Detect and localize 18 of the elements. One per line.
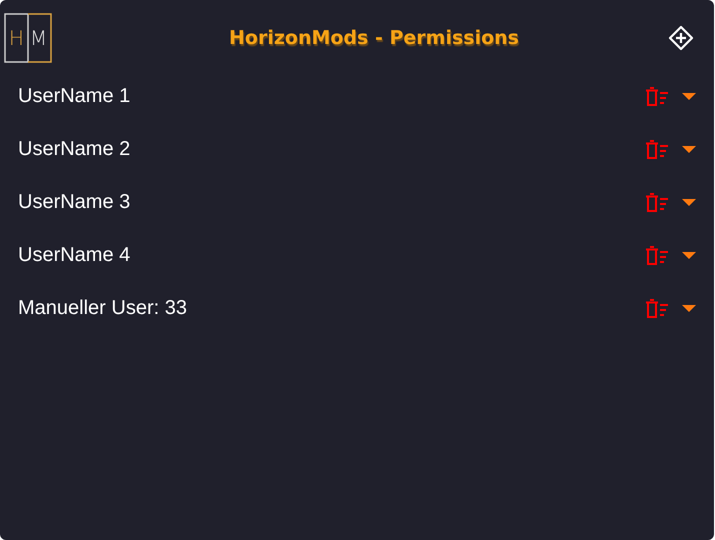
delete-list-icon[interactable] bbox=[644, 298, 670, 318]
user-name: UserName 2 bbox=[18, 138, 132, 161]
caret-icon[interactable] bbox=[682, 252, 696, 260]
logo: H M bbox=[4, 9, 52, 67]
caret-icon[interactable] bbox=[682, 92, 696, 100]
delete-list-icon[interactable] bbox=[644, 140, 670, 160]
user-name: UserName 3 bbox=[18, 191, 132, 214]
user-name: Manueller User: 33 bbox=[18, 297, 188, 320]
user-name: UserName 4 bbox=[18, 244, 132, 267]
delete-list-icon[interactable] bbox=[644, 86, 670, 106]
delete-list-icon[interactable] bbox=[644, 246, 670, 266]
add-icon[interactable] bbox=[668, 25, 694, 51]
window-title: HorizonMods - Permissions bbox=[228, 27, 520, 49]
caret-icon[interactable] bbox=[682, 304, 696, 312]
caret-icon[interactable] bbox=[682, 198, 696, 206]
delete-list-icon[interactable] bbox=[644, 192, 670, 212]
user-name: UserName 1 bbox=[18, 85, 132, 108]
caret-icon[interactable] bbox=[682, 146, 696, 154]
